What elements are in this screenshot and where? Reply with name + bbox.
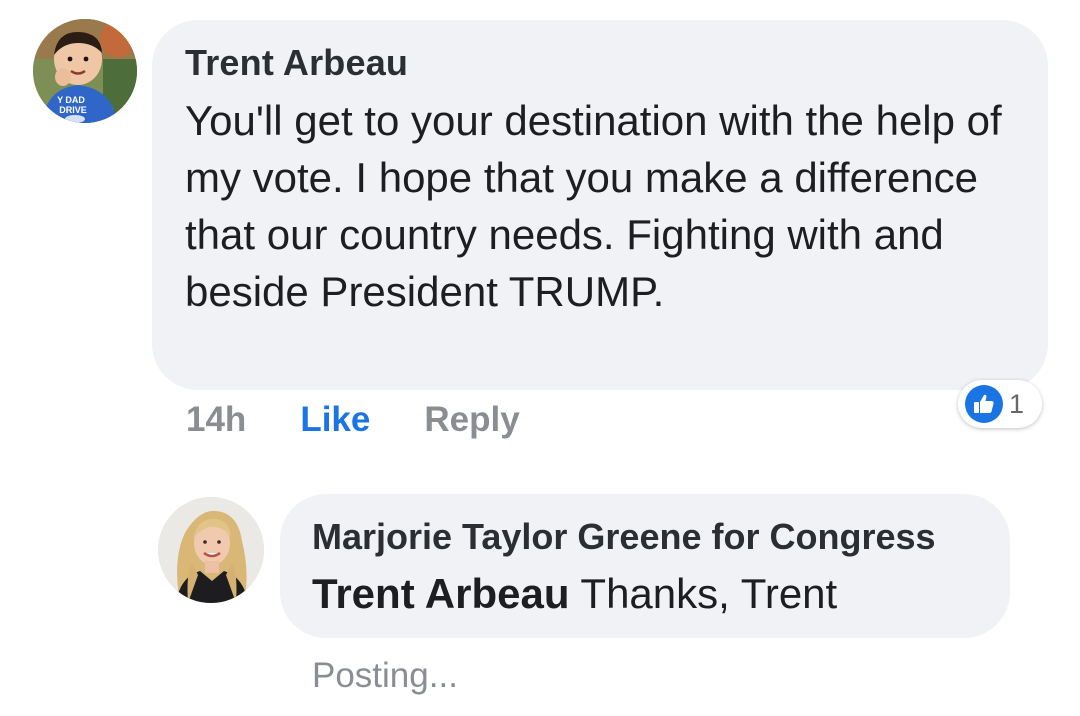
reply-message: Thanks, Trent bbox=[580, 570, 838, 617]
avatar-shirt-text-1: Y DAD bbox=[57, 95, 85, 105]
posting-status: Posting... bbox=[312, 656, 458, 695]
comment-actions: 14h Like Reply bbox=[186, 398, 520, 442]
avatar-shirt-text-2: DRIVE bbox=[59, 105, 87, 115]
reply-mention[interactable]: Trent Arbeau bbox=[312, 570, 570, 617]
reaction-summary[interactable]: 1 bbox=[958, 380, 1042, 428]
avatar[interactable]: Y DAD DRIVE bbox=[33, 19, 137, 123]
reply-button[interactable]: Reply bbox=[424, 400, 519, 440]
comment-author[interactable]: Trent Arbeau bbox=[185, 42, 408, 84]
reply-avatar[interactable] bbox=[158, 497, 264, 603]
comment-text: You'll get to your destination with the … bbox=[185, 97, 1002, 315]
thumbs-up-icon bbox=[965, 385, 1003, 423]
like-button[interactable]: Like bbox=[300, 400, 370, 440]
reply-avatar-photo bbox=[158, 497, 264, 603]
reply-text: Trent Arbeau Thanks, Trent bbox=[312, 566, 837, 622]
reaction-count: 1 bbox=[1009, 388, 1025, 419]
comment: Y DAD DRIVE Trent Arbeau You'll get to y… bbox=[0, 0, 1080, 460]
comment-timestamp[interactable]: 14h bbox=[186, 400, 246, 440]
avatar-photo: Y DAD DRIVE bbox=[33, 19, 137, 123]
reply-author[interactable]: Marjorie Taylor Greene for Congress bbox=[312, 516, 936, 558]
